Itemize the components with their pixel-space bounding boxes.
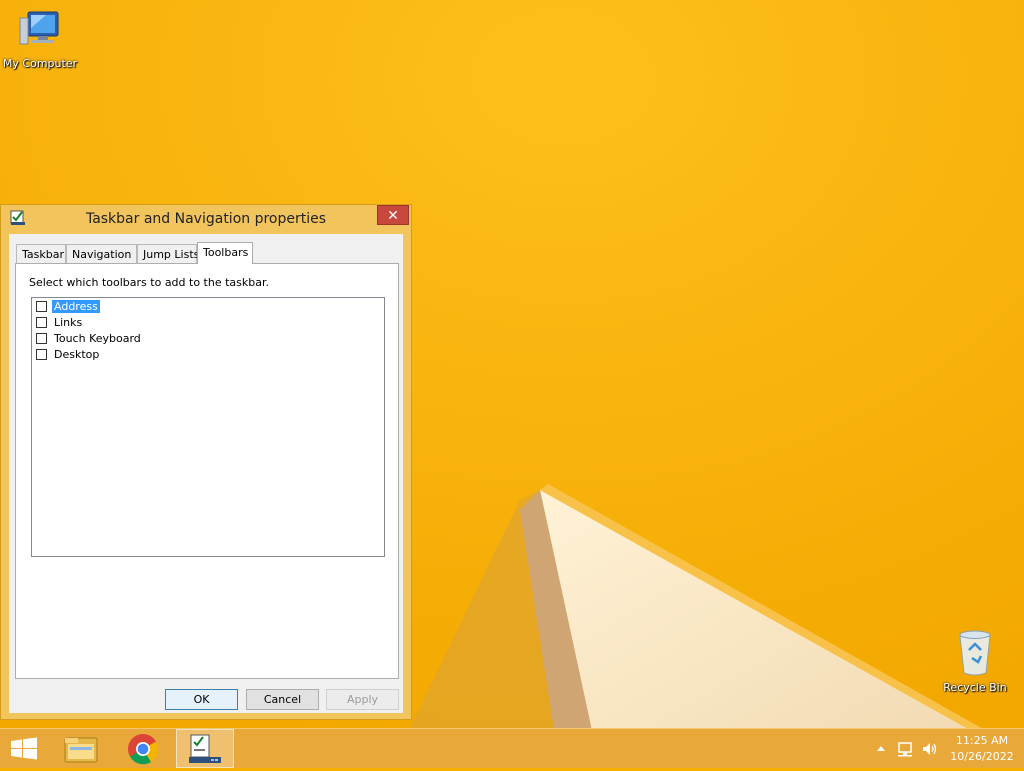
list-item-desktop[interactable]: Desktop (36, 347, 101, 363)
close-button[interactable]: ✕ (377, 205, 409, 225)
show-hidden-icons-button[interactable] (876, 741, 886, 758)
tab-taskbar[interactable]: Taskbar (16, 244, 66, 263)
folder-icon (64, 737, 98, 763)
address-checkbox[interactable] (36, 300, 47, 312)
instruction-text: Select which toolbars to add to the task… (29, 276, 269, 289)
tab-toolbars[interactable]: Toolbars (197, 242, 253, 264)
recycle-bin-label: Recycle Bin (943, 681, 1007, 694)
cancel-button[interactable]: Cancel (246, 689, 319, 710)
my-computer-label: My Computer (2, 57, 78, 70)
chevron-up-icon (877, 746, 885, 751)
ok-button[interactable]: OK (165, 689, 238, 710)
windows-logo-icon (11, 737, 37, 760)
apply-button[interactable]: Apply (326, 689, 399, 710)
start-button[interactable] (0, 729, 58, 768)
links-checkbox[interactable] (36, 316, 47, 328)
list-item-label: Links (54, 316, 83, 329)
tab-jump-lists[interactable]: Jump Lists (137, 244, 199, 263)
clock-date: 10/26/2022 (950, 750, 1014, 763)
tab-navigation[interactable]: Navigation (66, 244, 137, 263)
list-item-label: Address (52, 300, 100, 313)
taskbar-properties-window[interactable] (176, 729, 234, 768)
dialog-body: Taskbar Navigation Jump Lists Toolbars S… (9, 234, 403, 713)
dialog-title: Taskbar and Navigation properties (85, 211, 327, 227)
list-item-label: Desktop (54, 348, 100, 361)
dialog-titlebar[interactable]: Taskbar and Navigation properties ✕ (1, 205, 411, 233)
network-tray-button[interactable] (897, 741, 915, 760)
chrome-icon (128, 734, 159, 765)
list-item-links[interactable]: Links (36, 315, 84, 331)
list-item-label: Touch Keyboard (54, 332, 141, 345)
system-clock[interactable]: 11:25 AM 10/26/2022 (940, 733, 1024, 765)
recycle-bin-icon (959, 630, 991, 676)
volume-tray-button[interactable] (921, 741, 939, 760)
desktop-checkbox[interactable] (36, 348, 47, 360)
taskbar-chrome[interactable] (114, 729, 172, 768)
speaker-icon (923, 743, 937, 755)
my-computer-desktop-icon[interactable]: My Computer (0, 8, 80, 70)
toolbars-list[interactable]: Address Links Touch Keyboard Desktop (31, 297, 385, 557)
list-item-address[interactable]: Address (36, 299, 100, 315)
toolbars-tab-panel: Select which toolbars to add to the task… (15, 263, 399, 679)
touch-keyboard-checkbox[interactable] (36, 332, 47, 344)
list-item-touch-keyboard[interactable]: Touch Keyboard (36, 331, 143, 347)
clock-time: 11:25 AM (955, 734, 1009, 747)
taskbar-file-explorer[interactable] (52, 729, 110, 768)
taskbar-properties-icon (189, 734, 221, 763)
network-icon (898, 742, 912, 757)
recycle-bin-desktop-icon[interactable]: Recycle Bin (935, 628, 1015, 694)
taskbar: 11:25 AM 10/26/2022 (0, 728, 1024, 768)
taskbar-properties-dialog: Taskbar and Navigation properties ✕ Task… (0, 204, 412, 720)
computer-icon (19, 11, 59, 45)
